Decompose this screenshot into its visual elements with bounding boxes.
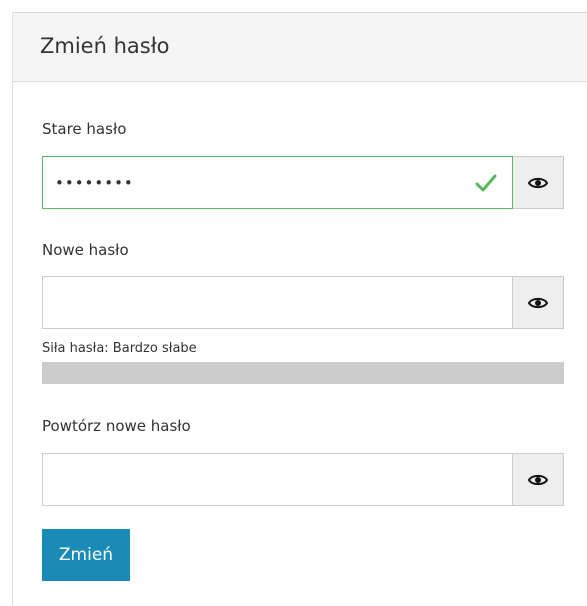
new-password-group [42, 276, 564, 329]
repeat-password-label: Powtórz nowe hasło [42, 417, 191, 435]
repeat-password-group [42, 453, 564, 506]
password-strength-label: Siła hasła: Bardzo słabe [42, 341, 197, 356]
old-password-value: •••••••• [55, 173, 134, 192]
eye-icon [528, 474, 548, 485]
password-strength-bar [42, 362, 564, 384]
change-password-submit-button[interactable]: Zmień [42, 529, 130, 581]
old-password-input[interactable]: •••••••• [42, 156, 513, 209]
panel-title: Zmień hasło [40, 34, 170, 58]
toggle-new-password-button[interactable] [513, 276, 564, 329]
toggle-repeat-password-button[interactable] [513, 453, 564, 506]
old-password-label: Stare hasło [42, 120, 127, 138]
change-password-panel: Zmień hasło Stare hasło •••••••• Nowe ha… [12, 12, 587, 606]
eye-icon [528, 177, 548, 188]
new-password-label: Nowe hasło [42, 241, 129, 259]
old-password-group: •••••••• [42, 156, 564, 209]
repeat-password-input[interactable] [42, 453, 513, 506]
new-password-input[interactable] [42, 276, 513, 329]
toggle-old-password-button[interactable] [513, 156, 564, 209]
check-icon [475, 174, 497, 192]
eye-icon [528, 297, 548, 308]
panel-header: Zmień hasło [13, 13, 587, 82]
